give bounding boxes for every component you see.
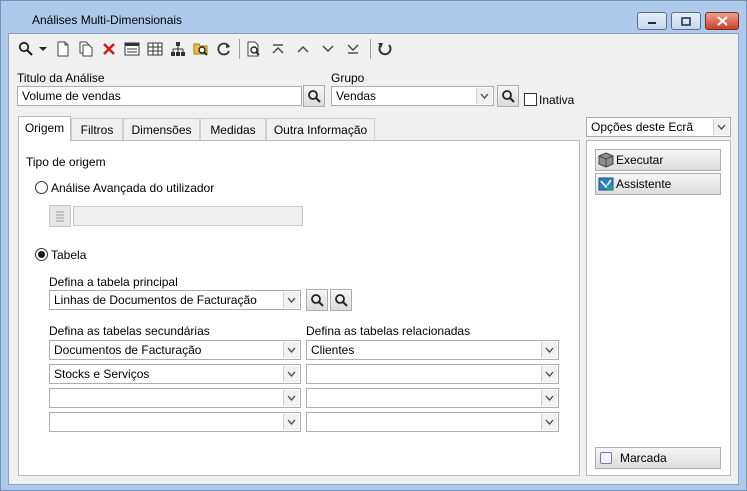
chevron-down-icon[interactable] bbox=[283, 414, 299, 430]
undo-icon[interactable] bbox=[376, 40, 394, 58]
chevron-down-icon[interactable] bbox=[476, 88, 492, 104]
new-document-icon[interactable] bbox=[54, 40, 72, 58]
secundaria-select-1[interactable]: Documentos de Facturação bbox=[49, 340, 301, 360]
search-icon bbox=[308, 90, 321, 103]
principal-search-button[interactable] bbox=[306, 289, 328, 311]
refresh-icon[interactable] bbox=[215, 40, 233, 58]
marcada-checkbox[interactable] bbox=[600, 452, 612, 464]
toolbar bbox=[9, 34, 738, 64]
chevron-down-icon[interactable] bbox=[283, 366, 299, 382]
next-record-icon[interactable] bbox=[319, 40, 337, 58]
tipo-origem-label: Tipo de origem bbox=[26, 155, 106, 169]
opcoes-label: Opções deste Ecrã bbox=[591, 120, 694, 134]
hierarchy-icon[interactable] bbox=[169, 40, 187, 58]
avancada-input[interactable] bbox=[73, 206, 303, 226]
titulo-input[interactable]: Volume de vendas bbox=[17, 86, 302, 106]
assistente-label: Assistente bbox=[616, 177, 672, 191]
avancada-browse-button[interactable] bbox=[49, 205, 71, 227]
secundaria-select-4[interactable] bbox=[49, 412, 301, 432]
minimize-button[interactable] bbox=[637, 12, 667, 30]
search-icon[interactable] bbox=[17, 40, 35, 58]
marcada-label: Marcada bbox=[620, 451, 667, 465]
chevron-down-icon[interactable] bbox=[541, 342, 557, 358]
client-area: Titulo da Análise Volume de vendas Grupo… bbox=[8, 33, 739, 485]
radio-analise-avancada[interactable] bbox=[35, 181, 48, 194]
executar-label: Executar bbox=[616, 153, 664, 167]
app-window: Análises Multi-Dimensionais Titulo da An… bbox=[0, 0, 747, 491]
tab-dimensoes[interactable]: Dimensões bbox=[123, 118, 200, 141]
copy-document-icon[interactable] bbox=[77, 40, 95, 58]
radio-analise-avancada-label: Análise Avançada do utilizador bbox=[51, 181, 215, 195]
minimize-icon bbox=[648, 22, 656, 24]
titulo-search-button[interactable] bbox=[303, 85, 325, 107]
grupo-label: Grupo bbox=[331, 71, 365, 85]
chevron-down-icon[interactable] bbox=[713, 119, 729, 135]
assistente-button[interactable]: Assistente bbox=[595, 173, 721, 195]
relacionada-value-1: Clientes bbox=[311, 343, 355, 357]
principal-filter-button[interactable] bbox=[330, 289, 352, 311]
principal-select[interactable]: Linhas de Documentos de Facturação bbox=[49, 290, 301, 310]
window-title: Análises Multi-Dimensionais bbox=[32, 13, 183, 27]
marcada-button[interactable]: Marcada bbox=[595, 447, 721, 469]
folder-search-icon[interactable] bbox=[192, 40, 210, 58]
inativa-label: Inativa bbox=[539, 93, 575, 107]
grupo-value: Vendas bbox=[336, 89, 377, 103]
secundaria-select-2[interactable]: Stocks e Serviços bbox=[49, 364, 301, 384]
chevron-down-icon[interactable] bbox=[541, 366, 557, 382]
list-icon bbox=[56, 211, 64, 222]
secundarias-label: Defina as tabelas secundárias bbox=[49, 324, 210, 338]
secundaria-value-2: Stocks e Serviços bbox=[54, 367, 150, 381]
grid-icon[interactable] bbox=[146, 40, 164, 58]
relacionadas-label: Defina as tabelas relacionadas bbox=[306, 324, 471, 338]
chevron-down-icon[interactable] bbox=[283, 390, 299, 406]
relacionada-select-4[interactable] bbox=[306, 412, 559, 432]
tab-strip: Origem Filtros Dimensões Medidas Outra I… bbox=[18, 116, 580, 141]
title-bar[interactable]: Análises Multi-Dimensionais bbox=[1, 1, 746, 33]
search-icon bbox=[311, 294, 324, 307]
wizard-icon bbox=[598, 177, 614, 191]
secundaria-value-1: Documentos de Facturação bbox=[54, 343, 202, 357]
relacionada-select-2[interactable] bbox=[306, 364, 559, 384]
inativa-checkbox[interactable] bbox=[524, 93, 537, 106]
search-icon bbox=[335, 294, 348, 307]
last-record-icon[interactable] bbox=[344, 40, 362, 58]
tab-filtros[interactable]: Filtros bbox=[71, 118, 123, 141]
dropdown-arrow-icon[interactable] bbox=[38, 40, 48, 58]
titulo-label: Titulo da Análise bbox=[17, 71, 105, 85]
previous-record-icon[interactable] bbox=[294, 40, 312, 58]
executar-button[interactable]: Executar bbox=[595, 149, 721, 171]
close-button[interactable] bbox=[705, 12, 739, 30]
tab-medidas[interactable]: Medidas bbox=[200, 118, 266, 141]
side-panel: Executar Assistente Marcada bbox=[586, 140, 731, 476]
tab-outra-informacao[interactable]: Outra Informação bbox=[266, 118, 375, 141]
search-icon bbox=[502, 90, 515, 103]
properties-icon[interactable] bbox=[123, 40, 141, 58]
close-icon bbox=[716, 16, 728, 26]
principal-value: Linhas de Documentos de Facturação bbox=[54, 293, 257, 307]
origem-panel: Tipo de origem Análise Avançada do utili… bbox=[18, 140, 580, 476]
grupo-select[interactable]: Vendas bbox=[331, 86, 494, 106]
tab-origem[interactable]: Origem bbox=[18, 116, 71, 141]
maximize-icon bbox=[681, 16, 691, 26]
secundaria-select-3[interactable] bbox=[49, 388, 301, 408]
radio-tabela-label: Tabela bbox=[51, 248, 87, 262]
cube-icon bbox=[598, 152, 614, 168]
opcoes-select[interactable]: Opções deste Ecrã bbox=[586, 117, 731, 137]
principal-label: Defina a tabela principal bbox=[49, 275, 178, 289]
radio-tabela[interactable] bbox=[35, 248, 48, 261]
maximize-button[interactable] bbox=[671, 12, 701, 30]
grupo-search-button[interactable] bbox=[497, 85, 519, 107]
first-record-icon[interactable] bbox=[269, 40, 287, 58]
chevron-down-icon[interactable] bbox=[541, 414, 557, 430]
print-preview-icon[interactable] bbox=[245, 40, 263, 58]
relacionada-select-1[interactable]: Clientes bbox=[306, 340, 559, 360]
chevron-down-icon[interactable] bbox=[283, 292, 299, 308]
relacionada-select-3[interactable] bbox=[306, 388, 559, 408]
chevron-down-icon[interactable] bbox=[283, 342, 299, 358]
delete-icon[interactable] bbox=[100, 40, 118, 58]
chevron-down-icon[interactable] bbox=[541, 390, 557, 406]
